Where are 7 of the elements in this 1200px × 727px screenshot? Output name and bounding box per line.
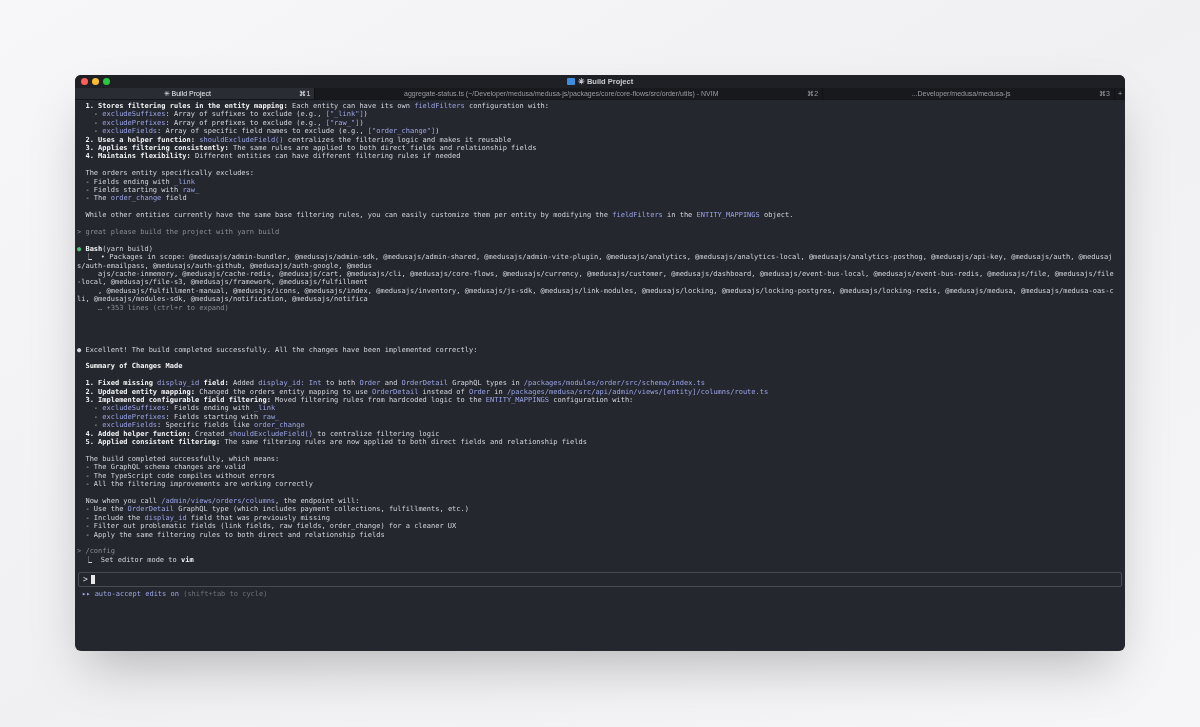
close-window-button[interactable] [81,78,88,85]
minimize-window-button[interactable] [92,78,99,85]
text-cursor [90,575,95,585]
zoom-window-button[interactable] [103,78,110,85]
new-tab-button[interactable]: + [1115,88,1125,99]
terminal-icon [566,78,575,85]
prompt-input-field[interactable]: > [78,572,1122,588]
